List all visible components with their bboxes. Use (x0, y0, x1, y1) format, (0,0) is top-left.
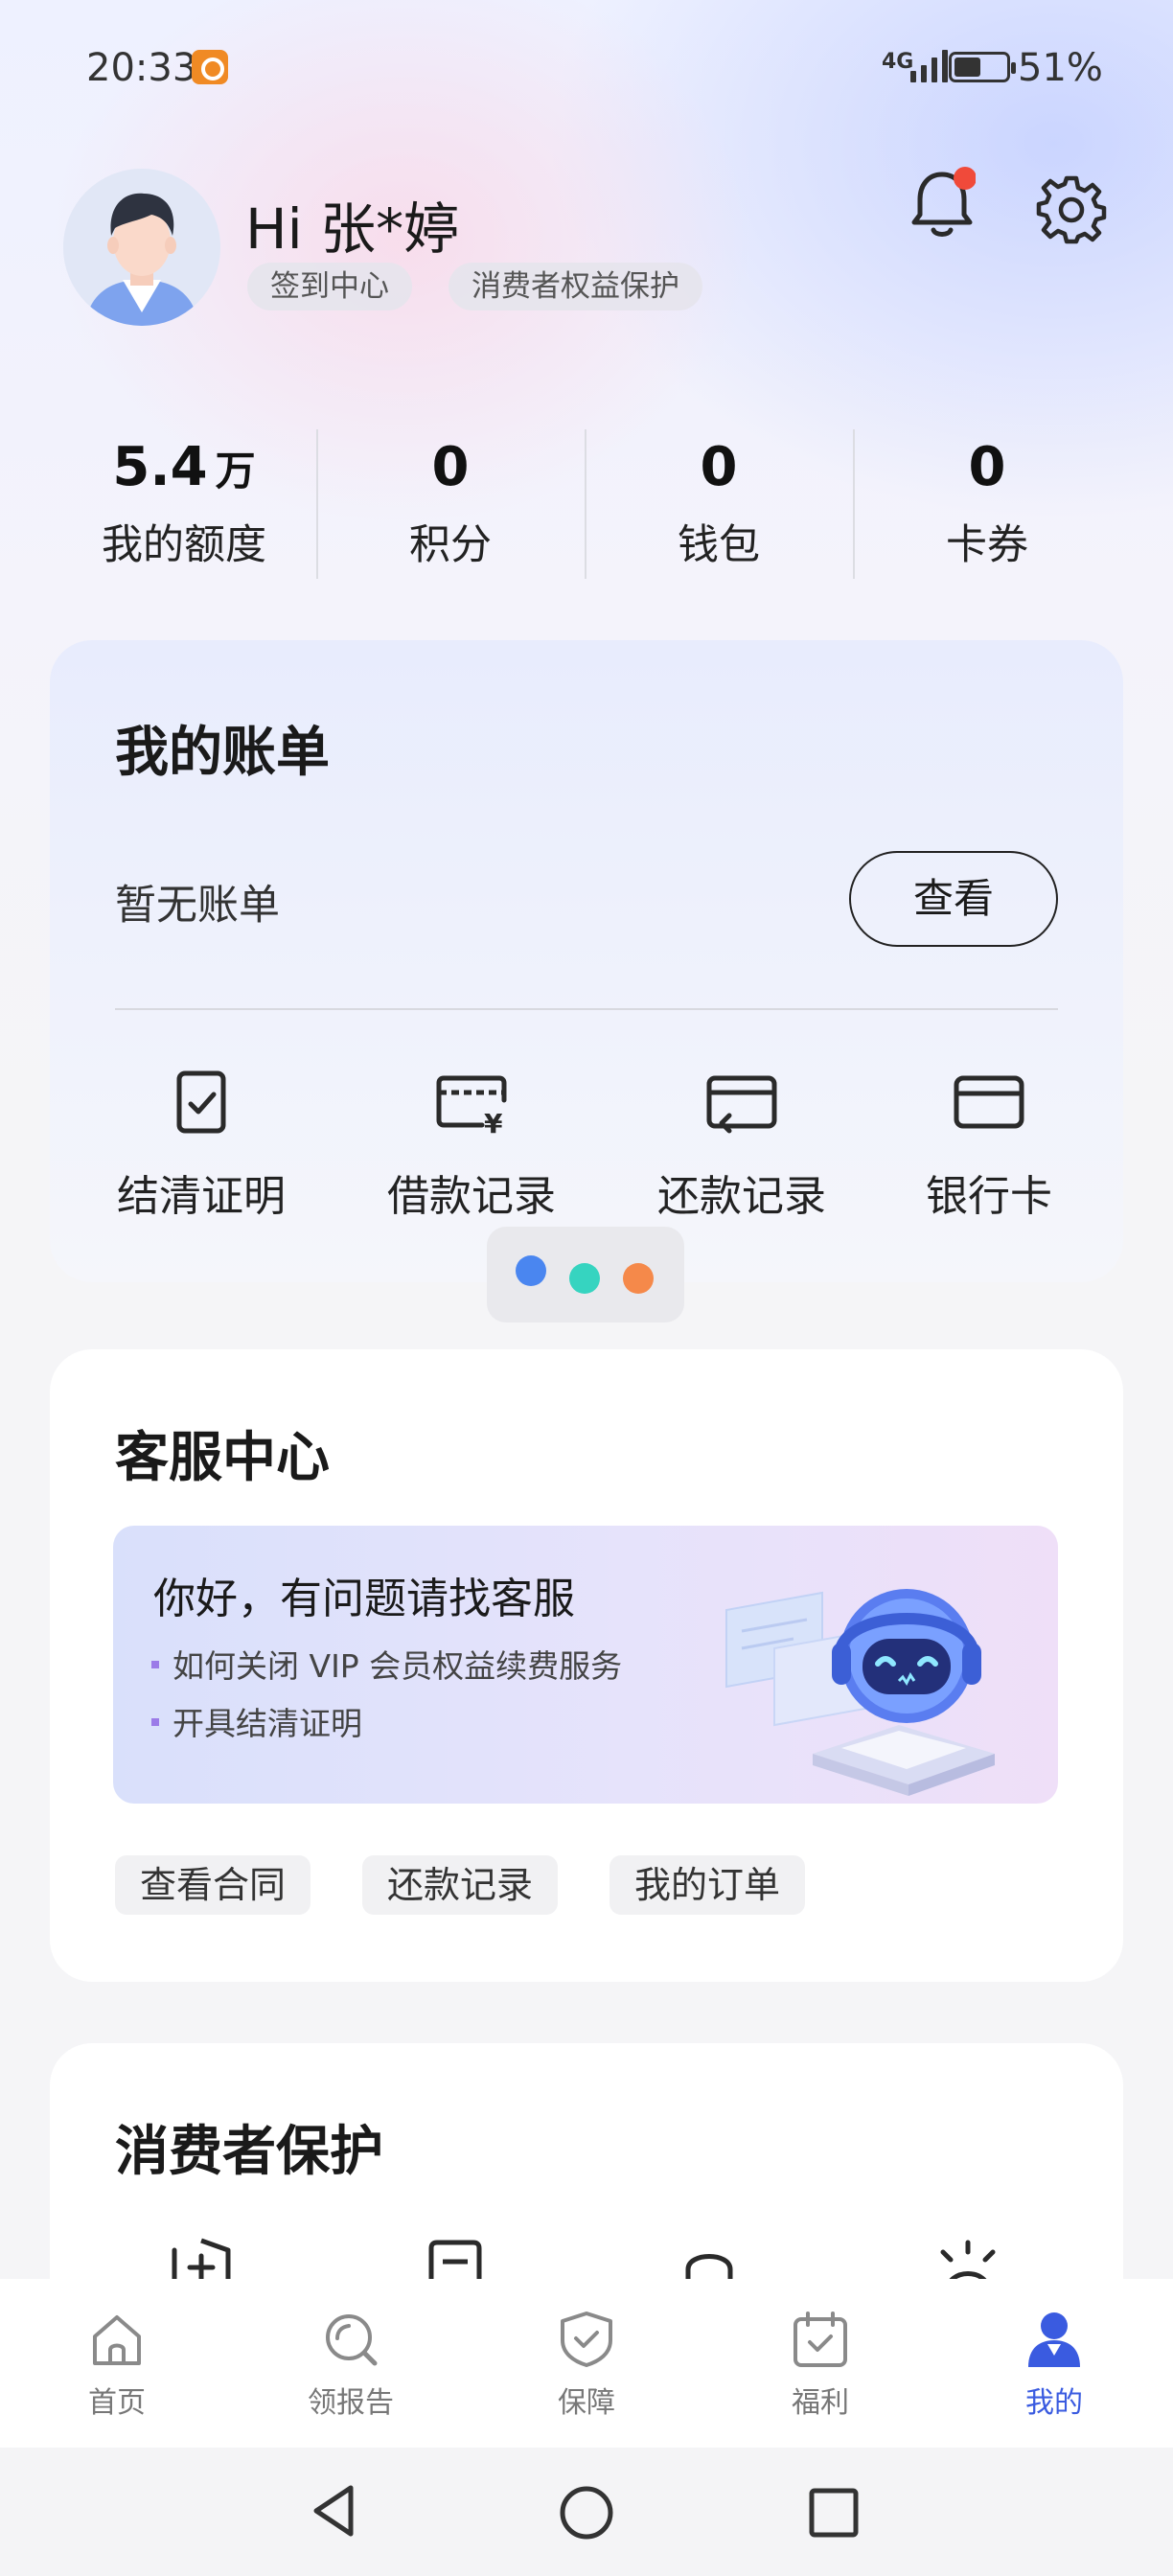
faq-item[interactable]: 如何关闭 VIP 会员权益续费服务 (151, 1641, 622, 1687)
pager-dot (516, 1255, 546, 1286)
loan-record-icon: ¥ (436, 1075, 507, 1139)
view-contract-tag[interactable]: 查看合同 (115, 1855, 311, 1915)
nav-label: 领报告 (308, 2386, 394, 2420)
stat-value: 0 (431, 436, 470, 498)
quick-label: 银行卡 (926, 1172, 1052, 1221)
my-orders-tag[interactable]: 我的订单 (610, 1855, 806, 1915)
quick-label: 结清证明 (117, 1172, 286, 1221)
stat-value: 5.4 (112, 436, 208, 498)
recent-apps-icon[interactable] (807, 2486, 861, 2540)
checkin-center-chip[interactable]: 签到中心 (247, 263, 412, 310)
stat-label: 卡券 (946, 521, 1028, 569)
stat-label: 积分 (409, 521, 492, 569)
user-greeting: Hi 张*婷 (245, 196, 460, 262)
status-time: 20:33 (86, 46, 197, 90)
nav-protection[interactable]: 保障 (500, 2310, 673, 2421)
nav-label: 我的 (1025, 2386, 1083, 2420)
nav-report[interactable]: 领报告 (264, 2310, 437, 2421)
stat-wallet[interactable]: 0 钱包 (585, 429, 853, 571)
calendar-check-icon (794, 2312, 847, 2367)
stat-credit-limit[interactable]: 5.4 万 我的额度 (50, 429, 318, 571)
report-search-icon (326, 2314, 378, 2366)
nav-home[interactable]: 首页 (31, 2310, 203, 2421)
stat-value: 0 (968, 436, 1006, 498)
stat-label: 我的额度 (102, 521, 266, 569)
quick-label: 还款记录 (657, 1172, 826, 1221)
pager-dot (569, 1263, 600, 1294)
stat-coupons[interactable]: 0 卡券 (853, 429, 1121, 571)
repayment-records-tag[interactable]: 还款记录 (362, 1855, 559, 1915)
floating-pager[interactable] (487, 1227, 684, 1322)
home-circle-icon[interactable] (558, 2484, 615, 2542)
person-icon (1028, 2312, 1080, 2367)
settlement-certificate-icon (176, 1070, 226, 1134)
nav-label: 福利 (792, 2386, 849, 2420)
nav-mine[interactable]: 我的 (968, 2310, 1140, 2421)
service-greeting: 你好，有问题请找客服 (153, 1575, 575, 1623)
quick-label: 借款记录 (387, 1172, 556, 1221)
nav-label: 首页 (88, 2386, 146, 2420)
stat-value: 0 (700, 436, 738, 498)
notification-bell-icon[interactable] (908, 161, 977, 242)
quick-bank-card[interactable]: 银行卡 (874, 1068, 1104, 1223)
battery-percent: 51% (1018, 46, 1103, 90)
nav-label: 保障 (558, 2386, 615, 2420)
stat-label: 钱包 (678, 521, 760, 569)
quick-settlement-certificate[interactable]: 结清证明 (86, 1068, 316, 1223)
stat-unit: 万 (215, 448, 256, 494)
svg-text:¥: ¥ (484, 1108, 503, 1137)
avatar[interactable] (63, 169, 220, 326)
repayment-record-icon (706, 1075, 777, 1134)
shield-check-icon (561, 2312, 612, 2367)
signal-icon (910, 48, 948, 82)
settings-gear-icon[interactable] (1035, 172, 1108, 245)
divider (115, 1008, 1058, 1010)
faq-item[interactable]: 开具结清证明 (151, 1698, 362, 1744)
view-bill-button[interactable]: 查看 (849, 851, 1058, 947)
nav-benefits[interactable]: 福利 (734, 2310, 907, 2421)
pager-dot (623, 1263, 654, 1294)
battery-icon (949, 52, 1016, 82)
network-type: 4G (882, 50, 914, 74)
bank-card-icon (954, 1075, 1024, 1129)
bill-title: 我的账单 (115, 722, 330, 784)
robot-assistant-icon (725, 1589, 995, 1796)
customer-service-title: 客服中心 (115, 1427, 330, 1489)
quick-repayment-records[interactable]: 还款记录 (627, 1068, 857, 1223)
notification-badge (954, 167, 977, 190)
stat-points[interactable]: 0 积分 (316, 429, 585, 571)
app-notification-icon (192, 50, 228, 84)
quick-loan-records[interactable]: ¥ 借款记录 (356, 1068, 586, 1223)
no-bill-text: 暂无账单 (115, 882, 280, 930)
home-icon (93, 2315, 141, 2365)
consumer-rights-chip[interactable]: 消费者权益保护 (448, 263, 702, 310)
consumer-protection-title: 消费者保护 (115, 2121, 383, 2183)
back-icon[interactable] (307, 2482, 364, 2540)
